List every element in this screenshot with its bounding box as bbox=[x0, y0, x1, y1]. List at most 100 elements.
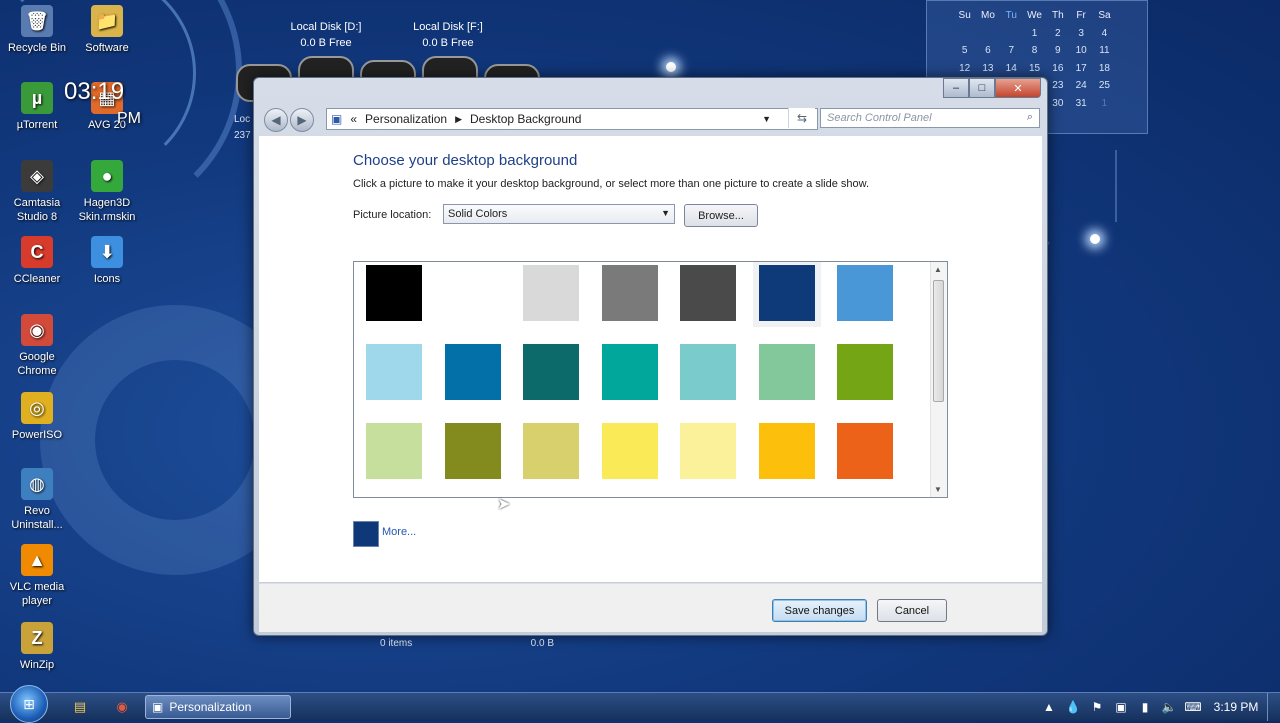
color-swatch[interactable] bbox=[752, 262, 821, 327]
search-input[interactable]: Search Control Panel ⌕ bbox=[820, 108, 1040, 128]
calendar-day[interactable]: 13 bbox=[976, 60, 999, 78]
desktop-icon[interactable]: ● Hagen3D Skin.rmskin bbox=[70, 160, 144, 224]
desktop-icon[interactable]: Z WinZip bbox=[0, 622, 74, 672]
disk-d[interactable]: Local Disk [D:] 0.0 B Free bbox=[276, 19, 376, 51]
calendar-day[interactable]: 5 bbox=[953, 42, 976, 60]
breadcrumb-personalization[interactable]: Personalization bbox=[365, 112, 447, 126]
color-swatch[interactable] bbox=[523, 344, 579, 400]
calendar-day[interactable]: 4 bbox=[1093, 25, 1116, 43]
start-button[interactable]: ⊞ bbox=[10, 685, 48, 723]
color-swatch[interactable] bbox=[366, 265, 422, 321]
calendar-day[interactable]: 10 bbox=[1069, 42, 1092, 60]
calendar-day[interactable]: 17 bbox=[1069, 60, 1092, 78]
color-swatch[interactable] bbox=[444, 265, 501, 321]
calendar-day[interactable]: 6 bbox=[976, 42, 999, 60]
calendar-day[interactable]: 8 bbox=[1023, 42, 1046, 60]
calendar-day[interactable]: 1 bbox=[1093, 95, 1116, 113]
back-button[interactable]: ◀ bbox=[264, 108, 288, 132]
calendar-day[interactable] bbox=[1000, 25, 1023, 43]
color-swatch[interactable] bbox=[366, 423, 422, 479]
color-swatch[interactable] bbox=[366, 344, 422, 400]
desktop-icon[interactable]: ▲ VLC media player bbox=[0, 544, 74, 608]
show-desktop-button[interactable] bbox=[1267, 693, 1280, 721]
color-swatch[interactable] bbox=[523, 265, 579, 321]
desktop-icon[interactable]: ⬇ Icons bbox=[70, 236, 144, 286]
desktop-icon[interactable]: 📁 Software bbox=[70, 5, 144, 55]
keyboard-icon[interactable]: ⌨ bbox=[1181, 700, 1205, 714]
taskbar: ⊞ ▤ ◉ ▣ Personalization ▲ 💧 ⚑ ▣ ▮ 🔈 ⌨ 3:… bbox=[0, 685, 1280, 723]
desktop-icon[interactable]: 🗑 Recycle Bin bbox=[0, 5, 74, 55]
color-swatch[interactable] bbox=[758, 344, 815, 400]
color-swatch[interactable] bbox=[601, 265, 658, 321]
disk-partial-label: Loc bbox=[234, 114, 251, 125]
scroll-up-icon[interactable]: ▲ bbox=[934, 265, 942, 274]
signal-icon[interactable]: ▮ bbox=[1133, 700, 1157, 714]
color-swatch[interactable] bbox=[837, 344, 893, 400]
cancel-button[interactable]: Cancel bbox=[877, 599, 947, 622]
breadcrumb-root[interactable]: « bbox=[350, 112, 357, 126]
calendar-day[interactable]: 3 bbox=[1069, 25, 1092, 43]
calendar-day[interactable]: 24 bbox=[1069, 77, 1092, 95]
chrome-taskbar-icon[interactable]: ◉ bbox=[112, 698, 132, 716]
action-center-flag-icon[interactable]: ⚑ bbox=[1085, 700, 1109, 714]
save-changes-button[interactable]: Save changes bbox=[772, 599, 867, 622]
disk-f[interactable]: Local Disk [F:] 0.0 B Free bbox=[398, 19, 498, 51]
calendar-day[interactable]: 25 bbox=[1093, 77, 1116, 95]
color-swatch[interactable] bbox=[523, 423, 579, 479]
desktop-icon[interactable]: ◍ Revo Uninstall... bbox=[0, 468, 74, 532]
water-drop-icon[interactable]: 💧 bbox=[1061, 700, 1085, 714]
address-bar[interactable]: ▣ « Personalization ▶ Desktop Background… bbox=[326, 108, 818, 130]
color-swatch[interactable] bbox=[837, 265, 893, 321]
tray-clock[interactable]: 3:19 PM bbox=[1205, 700, 1267, 714]
desktop-icon[interactable]: µ µTorrent bbox=[0, 82, 74, 132]
calendar-day[interactable]: 30 bbox=[1046, 95, 1069, 113]
color-swatch[interactable] bbox=[837, 423, 893, 479]
taskbar-personalization[interactable]: ▣ Personalization bbox=[145, 695, 291, 719]
desktop-icon[interactable]: ◈ Camtasia Studio 8 bbox=[0, 160, 74, 224]
color-swatch[interactable] bbox=[758, 423, 815, 479]
calendar-day[interactable]: 16 bbox=[1046, 60, 1069, 78]
forward-button[interactable]: ▶ bbox=[290, 108, 314, 132]
refresh-button[interactable]: ⇆ bbox=[788, 108, 815, 128]
calendar-day[interactable]: 2 bbox=[1046, 25, 1069, 43]
tray-expand-icon[interactable]: ▲ bbox=[1037, 700, 1061, 714]
network-icon[interactable]: ▣ bbox=[1109, 700, 1133, 714]
explorer-taskbar-icon[interactable]: ▤ bbox=[70, 698, 90, 716]
address-dropdown-icon[interactable]: ▼ bbox=[762, 114, 771, 124]
calendar-day[interactable]: 31 bbox=[1069, 95, 1092, 113]
calendar-day[interactable] bbox=[953, 25, 976, 43]
minimize-button[interactable]: – bbox=[943, 78, 969, 98]
scroll-down-icon[interactable]: ▼ bbox=[934, 485, 942, 494]
calendar-day[interactable]: 9 bbox=[1046, 42, 1069, 60]
more-colors-swatch[interactable] bbox=[353, 521, 379, 547]
color-swatch[interactable] bbox=[680, 344, 736, 400]
desktop-icon[interactable]: ◎ PowerISO bbox=[0, 392, 74, 442]
calendar-day[interactable]: 1 bbox=[1023, 25, 1046, 43]
volume-icon[interactable]: 🔈 bbox=[1157, 700, 1181, 714]
color-swatch[interactable] bbox=[601, 344, 658, 400]
color-swatch[interactable] bbox=[680, 423, 736, 479]
calendar-day[interactable]: 18 bbox=[1093, 60, 1116, 78]
color-swatch[interactable] bbox=[601, 423, 658, 479]
breadcrumb-desktop-background[interactable]: Desktop Background bbox=[470, 112, 581, 126]
palette-scrollbar[interactable]: ▲ ▼ bbox=[930, 262, 947, 497]
desktop-icon[interactable]: C CCleaner bbox=[0, 236, 74, 286]
calendar-day[interactable]: 12 bbox=[953, 60, 976, 78]
browse-button[interactable]: Browse... bbox=[684, 204, 758, 227]
color-swatch[interactable] bbox=[680, 265, 736, 321]
maximize-button[interactable]: □ bbox=[969, 78, 995, 98]
desktop-icon[interactable]: ◉ Google Chrome bbox=[0, 314, 74, 378]
calendar-day[interactable]: 15 bbox=[1023, 60, 1046, 78]
close-button[interactable]: ✕ bbox=[995, 78, 1041, 98]
calendar-day[interactable]: 7 bbox=[1000, 42, 1023, 60]
search-icon[interactable]: ⌕ bbox=[1027, 111, 1033, 124]
calendar-day[interactable]: 11 bbox=[1093, 42, 1116, 60]
color-swatch[interactable] bbox=[444, 423, 501, 479]
calendar-day[interactable]: 23 bbox=[1046, 77, 1069, 95]
color-swatch[interactable] bbox=[444, 344, 501, 400]
picture-location-select[interactable]: Solid Colors ▼ bbox=[443, 204, 675, 224]
scroll-thumb[interactable] bbox=[933, 280, 944, 402]
calendar-day[interactable] bbox=[976, 25, 999, 43]
more-colors-link[interactable]: More... bbox=[382, 526, 416, 538]
calendar-day[interactable]: 14 bbox=[1000, 60, 1023, 78]
